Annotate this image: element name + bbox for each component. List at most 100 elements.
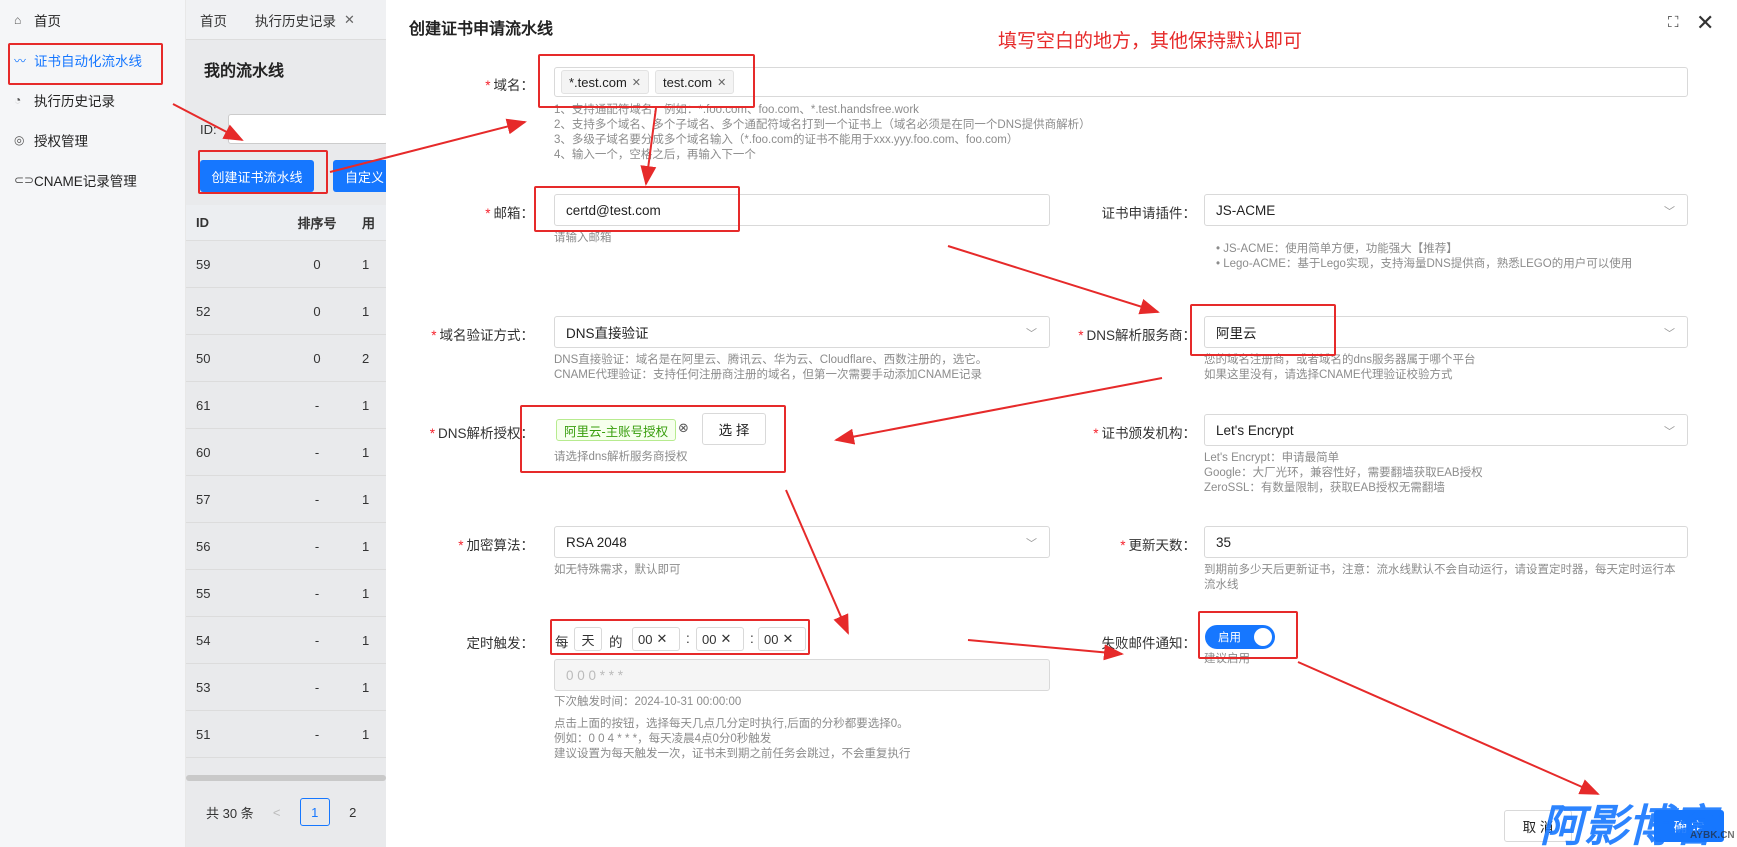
cron-second-select[interactable]: 00 ✕ [758, 627, 806, 651]
table-cell: 61 [196, 397, 211, 413]
verify-label: * 域名验证方式： [431, 328, 534, 343]
table-cell: 53 [196, 679, 211, 695]
table-cell: 56 [196, 538, 211, 554]
domain-help: 1、支持通配符域名，例如：*.foo.com、foo.com、*.test.ha… [554, 104, 1091, 161]
custom-pipeline-button[interactable]: 自定义 [333, 160, 393, 192]
table-row[interactable]: 50 0 2 [186, 335, 386, 382]
sidebar-item-label: 执行历史记录 [34, 94, 115, 109]
page-title: 我的流水线 [204, 63, 285, 80]
sidebar-item-history[interactable]: ◔ 执行历史记录 [0, 80, 186, 120]
chevron-down-icon: ﹀ [1026, 538, 1037, 550]
cron-help: 点击上面的按钮，选择每天几点几分定时执行,后面的分秒都要选择0。 例如：0 0 … [554, 718, 911, 760]
cron-hour-select[interactable]: 00 ✕ [632, 627, 680, 651]
horizontal-scrollbar[interactable] [186, 775, 386, 781]
remove-tag-icon[interactable]: ✕ [632, 76, 641, 89]
watermark-logo: 阿影博客 AYBK.CN [1540, 802, 1735, 847]
domain-input[interactable]: *.test.com ✕ test.com ✕ [554, 67, 1688, 97]
renew-help: 到期前多少天后更新证书，注意：流水线默认不会自动运行，请设置定时器，每天定时运行… [1204, 564, 1676, 591]
table-cell: 1 [362, 256, 370, 272]
tab-bar: 首页 执行历史记录 ✕ [186, 0, 386, 40]
sidebar-item-auth[interactable]: ◎ 授权管理 [0, 120, 186, 160]
cron-separator: : [750, 631, 754, 646]
table-cell: 1 [362, 303, 370, 319]
tab-history[interactable]: 执行历史记录 [241, 10, 350, 30]
clear-circle-icon[interactable]: ⊗ [678, 420, 689, 436]
algo-select[interactable]: RSA 2048 ﹀ [554, 526, 1050, 558]
table-row[interactable]: 55 - 1 [186, 570, 386, 617]
tab-home[interactable]: 首页 [186, 10, 241, 30]
column-header: 用 [362, 216, 376, 231]
table-cell: 2 [362, 350, 370, 366]
chevron-down-icon: ﹀ [1026, 328, 1037, 340]
sidebar-item-cname[interactable]: ⊂⊃ CNAME记录管理 [0, 160, 186, 200]
remove-tag-icon[interactable]: ✕ [717, 76, 726, 89]
dialog-title: 创建证书申请流水线 [409, 21, 554, 38]
table-cell: 0 [313, 256, 321, 272]
prev-page-button[interactable]: < [262, 798, 292, 826]
dns-provider-help: 您的域名注册商，或者域名的dns服务器属于哪个平台 如果这里没有，请选择CNAM… [1204, 354, 1476, 381]
algo-help: 如无特殊需求，默认即可 [554, 564, 681, 576]
cron-expression-input: 0 0 0 * * * [554, 659, 1050, 691]
clear-icon[interactable]: ✕ [782, 631, 793, 647]
table-cell: 1 [362, 444, 370, 460]
sidebar-item-home[interactable]: ⌂ 首页 [0, 0, 186, 40]
pagination: 共 30 条 < 1 2 [206, 798, 368, 826]
table-row[interactable]: 59 0 1 [186, 241, 386, 288]
app-root: ⌂ 首页 〰 证书自动化流水线 ◔ 执行历史记录 ◎ 授权管理 ⊂⊃ CNAME… [0, 0, 1737, 847]
table-row[interactable]: 51 - 1 [186, 711, 386, 758]
column-header[interactable]: 排序号 [288, 213, 346, 232]
table-cell: 1 [362, 397, 370, 413]
clear-icon[interactable]: ✕ [720, 631, 731, 647]
cron-minute-select[interactable]: 00 ✕ [696, 627, 744, 651]
table-cell: 50 [196, 350, 211, 366]
annotation-text: 填写空白的地方，其他保持默认即可 [998, 31, 1303, 52]
email-label: * 邮箱： [485, 206, 534, 221]
close-icon[interactable]: ✕ [1696, 10, 1714, 36]
id-filter-label: ID: [200, 122, 217, 137]
page-button[interactable]: 1 [299, 798, 330, 826]
table-cell: 0 [313, 303, 321, 319]
chevron-down-icon: ﹀ [1664, 328, 1675, 340]
cron-every: 每 [555, 635, 569, 650]
table-cell: - [314, 679, 320, 695]
notify-toggle[interactable]: 启用 [1205, 625, 1275, 649]
email-field[interactable]: certd@test.com [554, 194, 1050, 226]
table-row[interactable]: 61 - 1 [186, 382, 386, 429]
maximize-icon[interactable]: ⛶ [1668, 14, 1679, 31]
table-row[interactable]: 56 - 1 [186, 523, 386, 570]
dns-provider-select[interactable]: 阿里云 ﹀ [1204, 316, 1688, 348]
verify-select[interactable]: DNS直接验证 ﹀ [554, 316, 1050, 348]
plugin-select[interactable]: JS-ACME ﹀ [1204, 194, 1688, 226]
toggle-knob [1254, 628, 1272, 646]
sidebar: ⌂ 首页 〰 证书自动化流水线 ◔ 执行历史记录 ◎ 授权管理 ⊂⊃ CNAME… [0, 0, 186, 847]
table-header: ID 排序号 用 [186, 205, 386, 241]
ca-select[interactable]: Let's Encrypt ﹀ [1204, 414, 1688, 446]
history-icon: ◔ [14, 93, 22, 107]
cron-unit-select[interactable]: 天 [574, 627, 602, 651]
close-icon[interactable]: ✕ [344, 12, 355, 28]
id-filter-input[interactable] [228, 114, 388, 144]
table-row[interactable]: 57 - 1 [186, 476, 386, 523]
table-row[interactable]: 52 0 1 [186, 288, 386, 335]
sidebar-item-label: 授权管理 [34, 134, 88, 149]
page-button[interactable]: 2 [338, 798, 368, 826]
column-header[interactable]: ID [186, 215, 288, 230]
table-row[interactable]: 53 - 1 [186, 664, 386, 711]
create-pipeline-button[interactable]: 创建证书流水线 [200, 160, 314, 192]
dns-auth-help: 请选择dns解析服务商授权 [554, 451, 688, 463]
sidebar-item-label: 首页 [34, 14, 61, 29]
clear-icon[interactable]: ✕ [656, 631, 667, 647]
table-row[interactable]: 60 - 1 [186, 429, 386, 476]
sidebar-item-label: 证书自动化流水线 [34, 54, 142, 69]
cron-separator: : [686, 631, 690, 646]
dns-provider-label: * DNS解析服务商： [1078, 328, 1196, 343]
select-auth-button[interactable]: 选 择 [702, 413, 766, 445]
chevron-down-icon: ﹀ [1664, 206, 1675, 218]
renew-days-input[interactable]: 35 [1204, 526, 1688, 558]
cron-of: 的 [609, 635, 623, 650]
notify-help: 建议启用 [1204, 653, 1250, 665]
table-cell: - [314, 444, 320, 460]
table-row[interactable]: 54 - 1 [186, 617, 386, 664]
dns-auth-tag: 阿里云-主账号授权 [556, 419, 677, 441]
sidebar-item-pipelines[interactable]: 〰 证书自动化流水线 [0, 40, 186, 80]
